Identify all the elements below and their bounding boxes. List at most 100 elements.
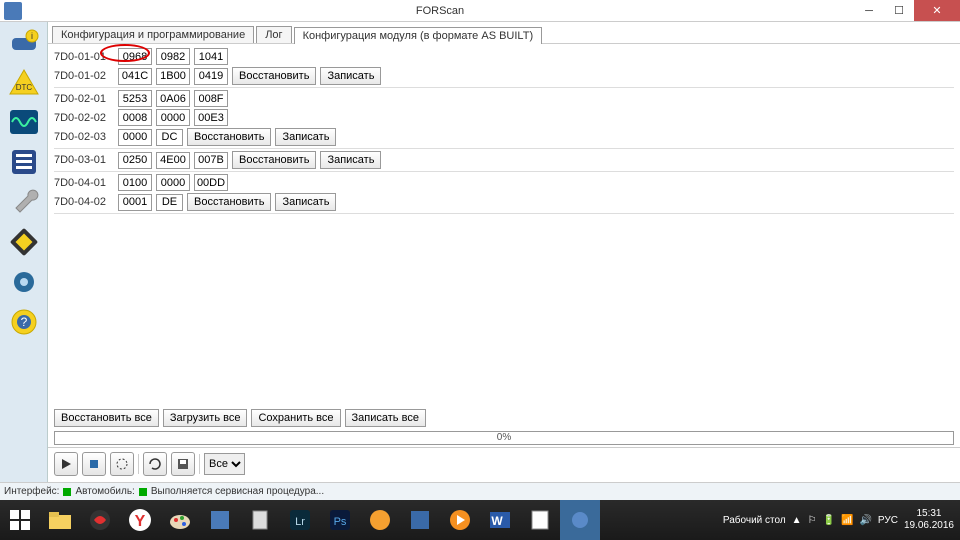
save-button[interactable] <box>171 452 195 476</box>
tray-up-icon[interactable]: ▲ <box>792 515 802 526</box>
taskbar-word-icon[interactable]: W <box>480 500 520 540</box>
tray-network-icon[interactable]: 📶 <box>841 515 853 526</box>
save-all-button[interactable]: Сохранить все <box>251 409 340 427</box>
start-button[interactable] <box>0 500 40 540</box>
taskbar-paint-icon[interactable] <box>160 500 200 540</box>
hex-cell[interactable] <box>194 152 228 169</box>
play-button[interactable] <box>54 452 78 476</box>
sidebar-vehicle-icon[interactable]: i <box>4 24 44 60</box>
tab-log[interactable]: Лог <box>256 26 291 43</box>
hex-cell[interactable] <box>194 90 228 107</box>
hex-cell[interactable] <box>156 68 190 85</box>
target-button[interactable] <box>110 452 134 476</box>
table-row: 7D0-01-01 <box>54 48 954 65</box>
row-address: 7D0-01-02 <box>54 70 114 82</box>
table-row: 7D0-04-01 <box>54 174 954 191</box>
sidebar: i DTC ? <box>0 22 48 500</box>
tray-battery-icon[interactable]: 🔋 <box>823 515 835 526</box>
taskbar-explorer-icon[interactable] <box>40 500 80 540</box>
sidebar-gear-icon[interactable] <box>4 264 44 300</box>
hex-cell[interactable] <box>194 68 228 85</box>
restore-all-button[interactable]: Восстановить все <box>54 409 159 427</box>
row-address: 7D0-02-01 <box>54 93 114 105</box>
table-row: 7D0-02-01 <box>54 90 954 107</box>
tray-lang[interactable]: РУС <box>878 515 898 526</box>
hex-cell[interactable] <box>156 194 183 211</box>
restore-button[interactable]: Восстановить <box>187 193 271 211</box>
window-title: FORScan <box>26 5 854 17</box>
hex-cell[interactable] <box>118 129 152 146</box>
svg-text:W: W <box>491 514 503 528</box>
tab-bar: Конфигурация и программирование Лог Конф… <box>48 22 960 44</box>
hex-cell[interactable] <box>156 152 190 169</box>
sidebar-help-icon[interactable]: ? <box>4 304 44 340</box>
taskbar-app4-icon[interactable] <box>360 500 400 540</box>
sidebar-checklist-icon[interactable] <box>4 144 44 180</box>
app-icon <box>4 2 22 20</box>
tab-config[interactable]: Конфигурация и программирование <box>52 26 254 43</box>
hex-cell[interactable] <box>118 48 152 65</box>
taskbar-yandex-icon[interactable]: Y <box>120 500 160 540</box>
tray-clock[interactable]: 15:31 19.06.2016 <box>904 508 954 532</box>
table-row: 7D0-04-02ВосстановитьЗаписать <box>54 193 954 211</box>
maximize-button[interactable]: ☐ <box>884 0 914 21</box>
filter-combo[interactable]: Все <box>204 453 245 475</box>
tray-flag-icon[interactable]: ⚐ <box>808 515 817 526</box>
write-button[interactable]: Записать <box>320 67 381 85</box>
taskbar-app5-icon[interactable] <box>400 500 440 540</box>
tray-desktop-label[interactable]: Рабочий стол <box>723 515 786 526</box>
taskbar-forscan-icon[interactable] <box>560 500 600 540</box>
hex-cell[interactable] <box>156 129 183 146</box>
hex-cell[interactable] <box>118 152 152 169</box>
load-all-button[interactable]: Загрузить все <box>163 409 248 427</box>
taskbar-app6-icon[interactable] <box>520 500 560 540</box>
hex-cell[interactable] <box>118 194 152 211</box>
table-row: 7D0-01-02 ВосстановитьЗаписать <box>54 67 954 85</box>
taskbar-photoshop-icon[interactable]: Ps <box>320 500 360 540</box>
hex-cell[interactable] <box>118 174 152 191</box>
write-button[interactable]: Записать <box>275 128 336 146</box>
svg-text:DTC: DTC <box>15 83 32 92</box>
hex-cell[interactable] <box>156 174 190 191</box>
minimize-button[interactable]: ─ <box>854 0 884 21</box>
hex-cell[interactable] <box>194 48 228 65</box>
svg-text:?: ? <box>20 315 27 329</box>
restore-button[interactable]: Восстановить <box>232 151 316 169</box>
sidebar-chip-icon[interactable] <box>4 224 44 260</box>
table-row: 7D0-03-01ВосстановитьЗаписать <box>54 151 954 169</box>
svg-text:Lr: Lr <box>295 516 305 528</box>
hex-cell[interactable] <box>118 90 152 107</box>
close-button[interactable]: ✕ <box>914 0 960 21</box>
restore-button[interactable]: Восстановить <box>232 67 316 85</box>
write-all-button[interactable]: Записать все <box>345 409 426 427</box>
hex-cell[interactable] <box>156 48 190 65</box>
row-address: 7D0-02-03 <box>54 131 114 143</box>
hex-cell[interactable] <box>194 109 228 126</box>
taskbar-lightroom-icon[interactable]: Lr <box>280 500 320 540</box>
sidebar-oscilloscope-icon[interactable] <box>4 104 44 140</box>
sidebar-dtc-icon[interactable]: DTC <box>4 64 44 100</box>
tab-module-config[interactable]: Конфигурация модуля (в формате AS BUILT) <box>294 27 543 44</box>
sidebar-wrench-icon[interactable] <box>4 184 44 220</box>
hex-cell[interactable] <box>156 109 190 126</box>
hex-cell[interactable] <box>156 90 190 107</box>
taskbar-app3-icon[interactable] <box>200 500 240 540</box>
svg-text:Ps: Ps <box>334 516 347 528</box>
stop-button[interactable] <box>82 452 106 476</box>
auto-led-icon <box>139 488 147 496</box>
table-row: 7D0-02-02 <box>54 109 954 126</box>
hex-cell[interactable] <box>194 174 228 191</box>
taskbar-calc-icon[interactable] <box>240 500 280 540</box>
restore-button[interactable]: Восстановить <box>187 128 271 146</box>
table-row: 7D0-02-03 ВосстановитьЗаписать <box>54 128 954 146</box>
taskbar-media-icon[interactable] <box>440 500 480 540</box>
status-interface-label: Интерфейс: <box>4 486 59 497</box>
write-button[interactable]: Записать <box>275 193 336 211</box>
write-button[interactable]: Записать <box>320 151 381 169</box>
tray-volume-icon[interactable]: 🔊 <box>859 515 871 526</box>
taskbar-app1-icon[interactable] <box>80 500 120 540</box>
progress-bar: 0% <box>54 431 954 445</box>
hex-cell[interactable] <box>118 68 152 85</box>
refresh-button[interactable] <box>143 452 167 476</box>
hex-cell[interactable] <box>118 109 152 126</box>
